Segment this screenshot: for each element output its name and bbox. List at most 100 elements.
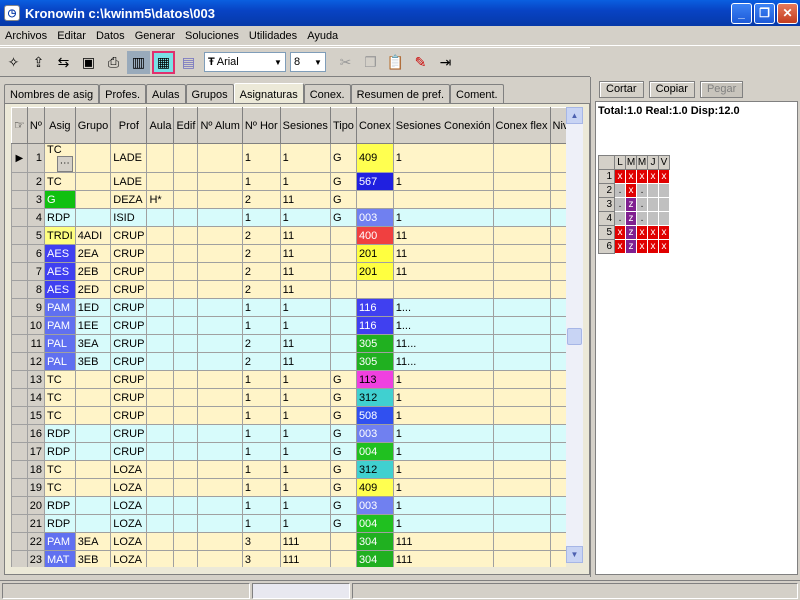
schedule-cell[interactable] bbox=[658, 211, 670, 226]
cell-grupo[interactable] bbox=[74, 388, 112, 407]
cell-tipo[interactable]: G bbox=[329, 424, 357, 443]
cell-edif[interactable] bbox=[173, 280, 199, 299]
menu-generar[interactable]: Generar bbox=[130, 30, 180, 42]
schedule-cell[interactable]: x bbox=[614, 239, 626, 254]
cell-asig[interactable]: RDP bbox=[44, 442, 76, 461]
cell-asig[interactable]: PAM bbox=[44, 298, 76, 317]
cell-asig[interactable]: TC bbox=[44, 478, 76, 497]
cell-asig[interactable]: G bbox=[44, 190, 76, 209]
cell-sesiones-conexion[interactable]: 11 bbox=[392, 262, 494, 281]
cell-sesiones[interactable]: 1 bbox=[279, 143, 331, 173]
table-row[interactable]: 16 RDP CRUP 1 1 G 003 1 bbox=[11, 424, 566, 443]
cell-tipo[interactable]: G bbox=[329, 478, 357, 497]
table-row[interactable]: 11 PAL 3EA CRUP 2 11 305 11... bbox=[11, 334, 566, 353]
cell-conex[interactable]: 304 bbox=[355, 532, 394, 551]
cell-hor[interactable]: 2 bbox=[241, 280, 281, 299]
table-row[interactable]: 23 MAT 3EB LOZA 3 111 304 111 bbox=[11, 550, 566, 567]
cell-nivel-conflex[interactable] bbox=[549, 424, 566, 443]
cell-sesiones[interactable]: 1 bbox=[279, 478, 331, 497]
cell-conex[interactable]: 201 bbox=[355, 244, 394, 263]
cell-sesiones-conexion[interactable]: 1 bbox=[392, 514, 494, 533]
cell-conex[interactable]: 567 bbox=[355, 172, 394, 191]
cell-sesiones[interactable]: 1 bbox=[279, 496, 331, 515]
cell-prof[interactable]: CRUP bbox=[110, 406, 148, 425]
cell-nivel-conflex[interactable] bbox=[549, 532, 566, 551]
cell-alum[interactable] bbox=[197, 244, 243, 263]
cell-conex-flex[interactable] bbox=[492, 478, 551, 497]
cell-conex-flex[interactable] bbox=[492, 244, 551, 263]
cell-hor[interactable]: 1 bbox=[241, 388, 281, 407]
schedule-cell[interactable]: . bbox=[636, 183, 648, 198]
cell-aula[interactable] bbox=[146, 550, 175, 567]
cell-sesiones-conexion[interactable]: 11 bbox=[392, 226, 494, 245]
cell-aula[interactable] bbox=[146, 298, 175, 317]
cell-tipo[interactable]: G bbox=[329, 514, 357, 533]
cell-alum[interactable] bbox=[197, 550, 243, 567]
cell-sesiones-conexion[interactable]: 1 bbox=[392, 143, 494, 173]
cell-asig[interactable]: PAM bbox=[44, 316, 76, 335]
cell-prof[interactable]: CRUP bbox=[110, 262, 148, 281]
cell-edif[interactable] bbox=[173, 298, 199, 317]
cell-aula[interactable] bbox=[146, 244, 175, 263]
cell-sesiones[interactable]: 1 bbox=[279, 208, 331, 227]
cell-alum[interactable] bbox=[197, 226, 243, 245]
schedule-cell[interactable] bbox=[658, 183, 670, 198]
cell-alum[interactable] bbox=[197, 298, 243, 317]
cell-sesiones-conexion[interactable]: 111 bbox=[392, 550, 494, 567]
cell-grupo[interactable] bbox=[74, 406, 112, 425]
cell-conex[interactable]: 003 bbox=[355, 424, 394, 443]
row-indicator[interactable] bbox=[11, 550, 28, 567]
cell-conex-flex[interactable] bbox=[492, 550, 551, 567]
cell-grupo[interactable] bbox=[74, 460, 112, 479]
schedule-cell[interactable]: . bbox=[614, 211, 626, 226]
cell-edif[interactable] bbox=[173, 532, 199, 551]
cell-tipo[interactable]: G bbox=[329, 496, 357, 515]
row-indicator[interactable] bbox=[11, 442, 28, 461]
table-row[interactable]: 21 RDP LOZA 1 1 G 004 1 bbox=[11, 514, 566, 533]
cell-nivel-conflex[interactable] bbox=[549, 514, 566, 533]
cell-grupo[interactable] bbox=[74, 442, 112, 461]
cell-edif[interactable] bbox=[173, 370, 199, 389]
cell-sesiones[interactable]: 1 bbox=[279, 298, 331, 317]
cell-sesiones-conexion[interactable]: 1 bbox=[392, 496, 494, 515]
cell-conex-flex[interactable] bbox=[492, 190, 551, 209]
cell-sesiones-conexion[interactable]: 1 bbox=[392, 442, 494, 461]
cell-prof[interactable]: CRUP bbox=[110, 370, 148, 389]
cell-alum[interactable] bbox=[197, 442, 243, 461]
cell-tipo[interactable] bbox=[329, 298, 357, 317]
cell-edif[interactable] bbox=[173, 424, 199, 443]
paste-button[interactable]: Pegar bbox=[699, 80, 744, 98]
cut-icon[interactable]: ✂ bbox=[334, 51, 357, 74]
cell-alum[interactable] bbox=[197, 262, 243, 281]
row-indicator[interactable] bbox=[11, 172, 28, 191]
cell-conex[interactable]: 004 bbox=[355, 442, 394, 461]
cell-nivel-conflex[interactable] bbox=[549, 352, 566, 371]
cell-nivel-conflex[interactable] bbox=[549, 280, 566, 299]
weekly-schedule-grid[interactable]: LMMJV1xxxxx2.x.3.z.4.z.5xzxxx6xzxxx bbox=[598, 155, 670, 254]
cell-grupo[interactable]: 2EA bbox=[74, 244, 112, 263]
current-row-arrow-icon[interactable]: ▶ bbox=[11, 143, 28, 173]
cell-asig[interactable]: RDP bbox=[44, 424, 76, 443]
cell-conex-flex[interactable] bbox=[492, 370, 551, 389]
cell-sesiones-conexion[interactable]: 1 bbox=[392, 172, 494, 191]
cell-prof[interactable]: LOZA bbox=[110, 550, 148, 567]
cell-hor[interactable]: 2 bbox=[241, 334, 281, 353]
cell-grupo[interactable] bbox=[74, 208, 112, 227]
cell-conex-flex[interactable] bbox=[492, 143, 551, 173]
cell-aula[interactable] bbox=[146, 208, 175, 227]
cell-prof[interactable]: CRUP bbox=[110, 226, 148, 245]
cell-sesiones-conexion[interactable]: 11... bbox=[392, 352, 494, 371]
cell-hor[interactable]: 1 bbox=[241, 298, 281, 317]
cell-alum[interactable] bbox=[197, 406, 243, 425]
schedule-cell[interactable]: x bbox=[636, 169, 648, 184]
cell-edif[interactable] bbox=[173, 406, 199, 425]
cell-asig[interactable]: PAL bbox=[44, 334, 76, 353]
cell-edif[interactable] bbox=[173, 208, 199, 227]
exit-icon[interactable]: ⇥ bbox=[434, 51, 457, 74]
cell-nivel-conflex[interactable] bbox=[549, 550, 566, 567]
cell-conex[interactable]: 508 bbox=[355, 406, 394, 425]
cell-asig[interactable]: MAT bbox=[44, 550, 76, 567]
cell-conex[interactable]: 116 bbox=[355, 298, 394, 317]
cell-tipo[interactable]: G bbox=[329, 460, 357, 479]
cell-sesiones[interactable]: 11 bbox=[279, 280, 331, 299]
